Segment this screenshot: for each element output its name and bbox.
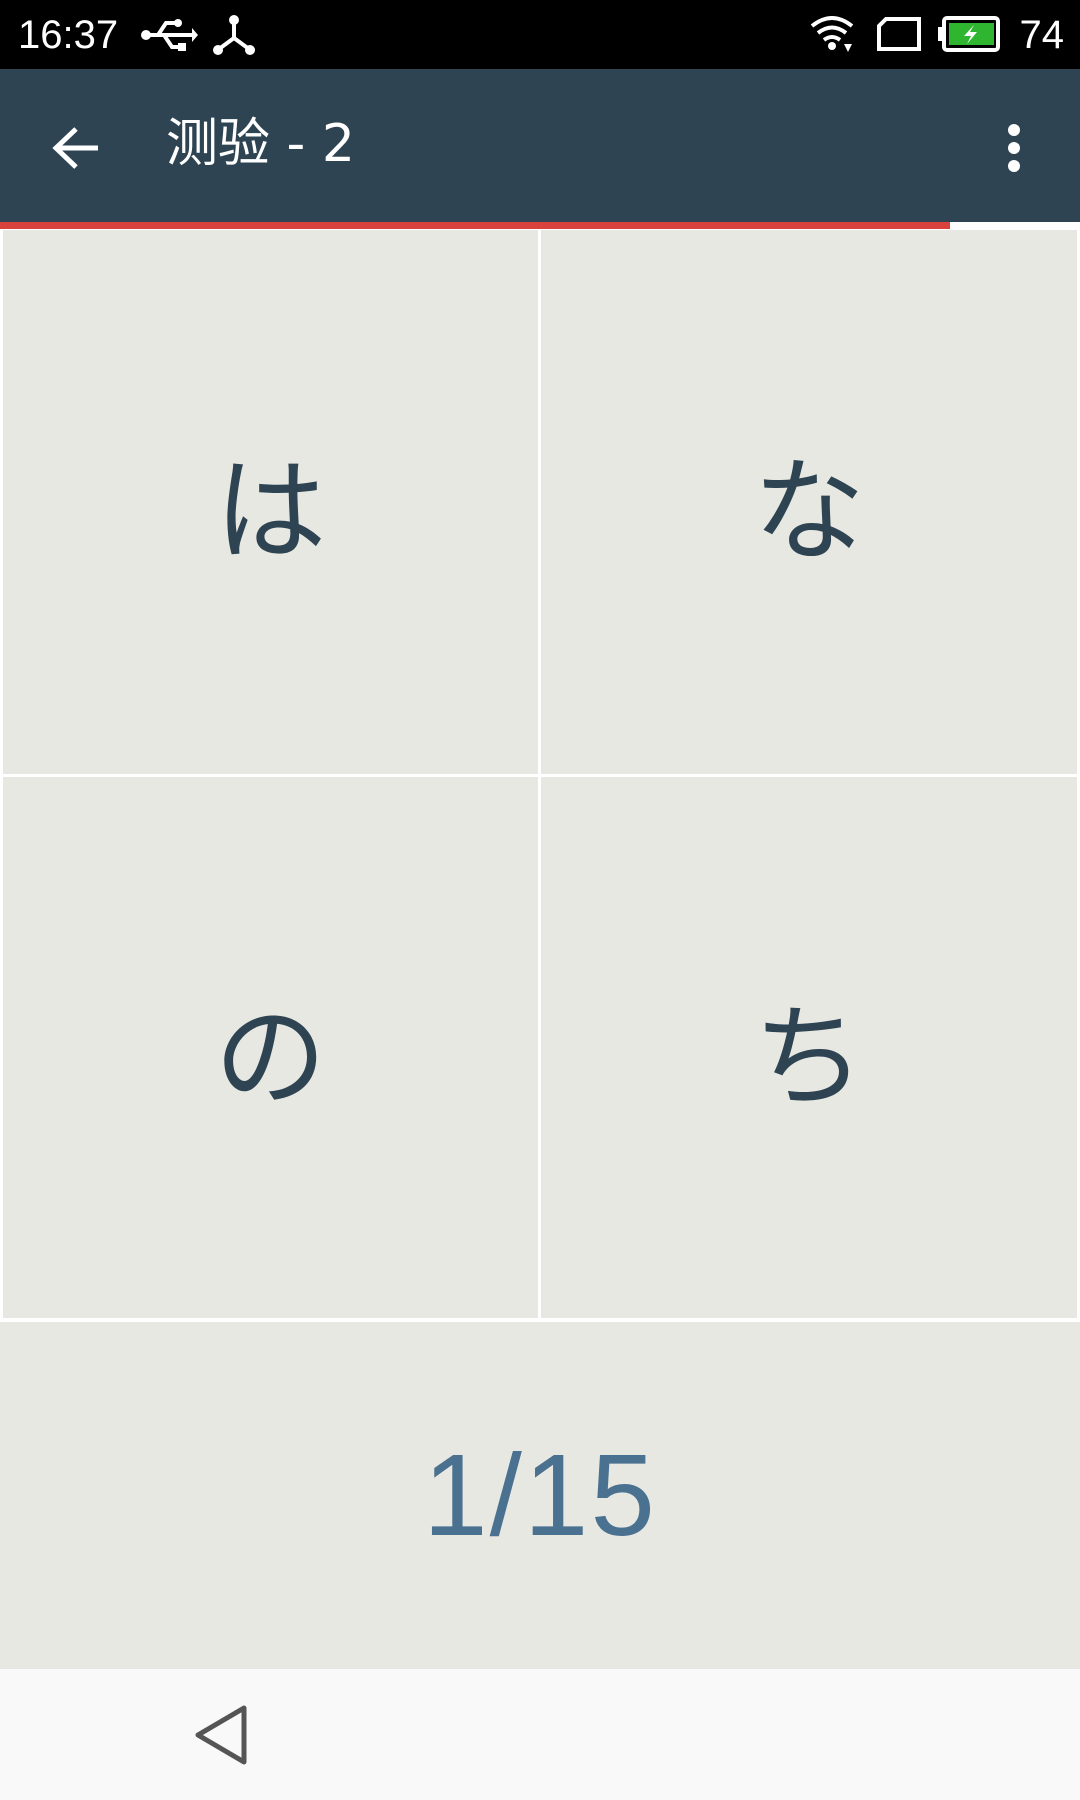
question-counter-area: 1/15 (0, 1322, 1080, 1668)
battery-icon (938, 16, 1000, 52)
status-time: 16:37 (18, 13, 119, 57)
answer-option-1[interactable]: は (3, 230, 538, 774)
usb-icon (141, 19, 198, 51)
nav-back-icon (195, 1705, 247, 1765)
answer-option-4[interactable]: ち (541, 777, 1077, 1318)
share-icon (213, 15, 255, 55)
answer-option-label: な (753, 447, 865, 577)
quiz-progress-fill (0, 222, 951, 229)
wifi-icon (810, 16, 854, 52)
answer-option-label: ち (753, 992, 865, 1123)
screen-icon (877, 17, 921, 51)
answer-option-3[interactable]: の (3, 777, 538, 1318)
answer-grid: は な の ち (0, 229, 1080, 1320)
quiz-progress-bar (0, 222, 1080, 229)
answer-option-2[interactable]: な (541, 230, 1077, 774)
battery-level: 74 (1019, 13, 1065, 57)
nav-back-button[interactable] (186, 1699, 256, 1771)
back-arrow-icon (52, 127, 98, 169)
more-options-button[interactable] (976, 110, 1052, 186)
back-button[interactable] (38, 110, 114, 186)
status-bar: 16:37 74 (0, 0, 1080, 69)
app-bar: 测验 - 2 (0, 69, 1080, 222)
page-title: 测验 - 2 (166, 114, 355, 174)
more-vert-icon (1008, 124, 1020, 172)
system-nav-bar (0, 1668, 1080, 1800)
answer-option-label: は (214, 447, 327, 577)
question-counter: 1/15 (423, 1430, 657, 1560)
answer-option-label: の (214, 992, 327, 1123)
